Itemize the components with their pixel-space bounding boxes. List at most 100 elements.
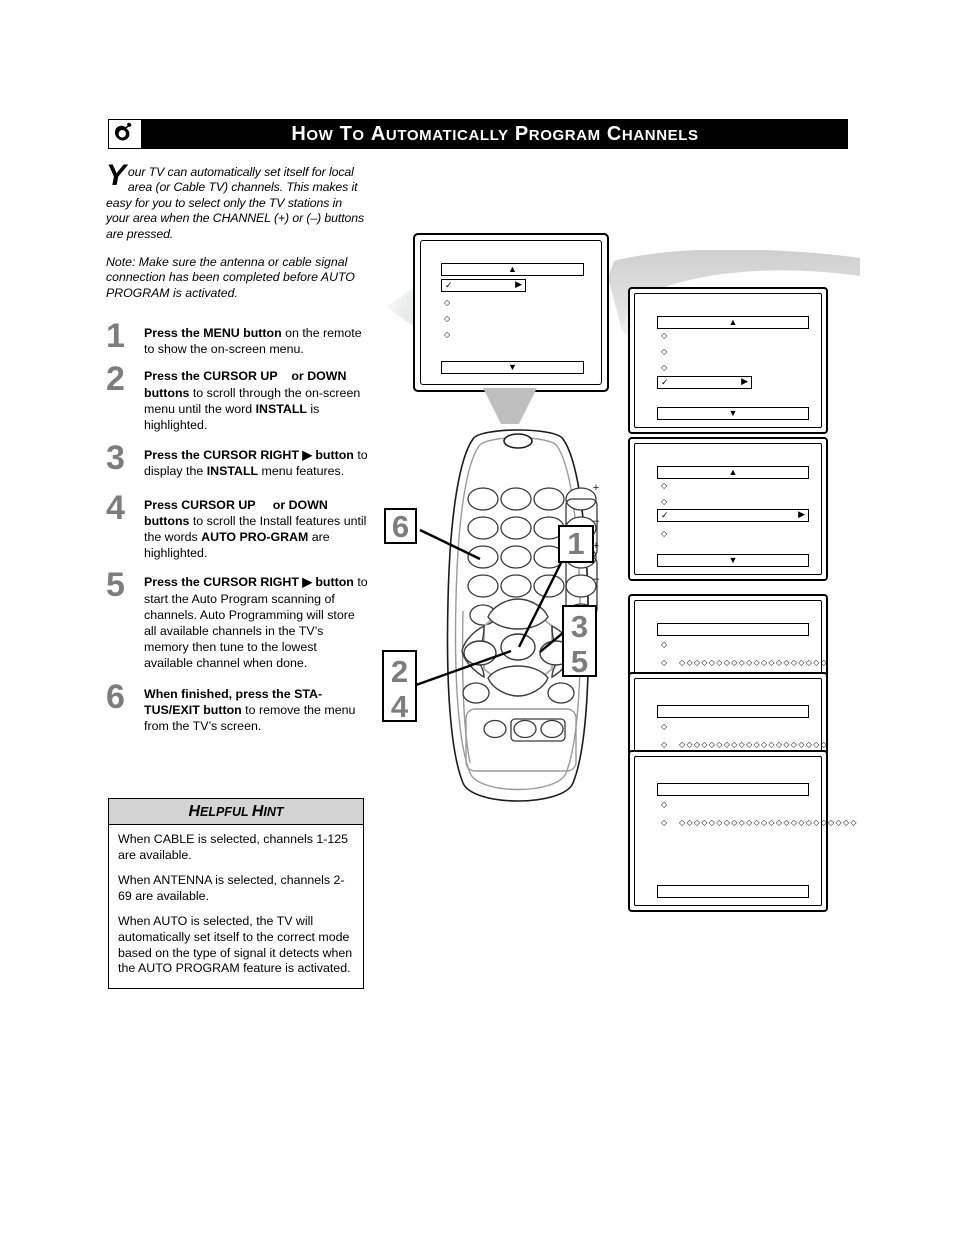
step-text-plain: to start the Auto Program scanning of ch… (144, 575, 368, 671)
up-arrow-icon: ▲ (508, 264, 517, 274)
osd-selected-row[interactable]: ✓ ▶ (441, 279, 526, 292)
step-text: Press the CURSOR RIGHT ▶ button to displ… (144, 447, 368, 479)
progress-diamonds: ◇◇◇◇◇◇◇◇◇◇◇◇◇◇◇◇◇◇◇◇◇◇◇◇ (679, 818, 858, 827)
manual-page: HOW TO AUTOMATICALLY PROGRAM CHANNELS Yo… (0, 0, 954, 1235)
intro-paragraph: Your TV can automatically set itself for… (106, 161, 368, 242)
up-arrow-icon: ▲ (728, 467, 738, 477)
panel-inner: ▲ ◇ ◇ ◇ ✓ ▶ ▼ (634, 293, 822, 428)
step-item: 1 Press the MENU button on the remote to… (106, 319, 368, 357)
helpful-hint-box: HELPFUL HINT When CABLE is selected, cha… (108, 798, 364, 989)
panel-install-menu: ▲ ◇ ◇ ◇ ✓ ▶ ▼ (628, 287, 828, 434)
progress-diamonds: ◇◇◇◇◇◇◇◇◇◇◇◇◇◇◇◇◇◇◇◇◇◇◇◇ (679, 740, 828, 749)
callout-3-label: 3 (570, 609, 589, 644)
diamond-bullet-icon: ◇ (661, 740, 668, 749)
step-text: When finished, press the STA-TUS/EXIT bu… (144, 686, 368, 735)
right-arrow-icon: ▶ (798, 509, 805, 519)
step-number: 5 (106, 566, 125, 605)
step-text: Press the MENU button on the remote to s… (144, 325, 368, 357)
step-item: 4 Press CURSOR UP or DOWN buttons to scr… (106, 491, 368, 562)
intro-text: our TV can automatically set itself for … (106, 165, 365, 241)
diamond-bullet-icon: ◇ (661, 363, 668, 372)
panel-inner: ▲ ◇ ◇ ✓ ▶ ◇ ▼ (634, 443, 822, 575)
step-text-bold: Press the CURSOR UP (144, 369, 278, 384)
steps-list: 1 Press the MENU button on the remote to… (106, 319, 368, 745)
osd-bottom-bar (657, 885, 809, 898)
step-item: 5 Press the CURSOR RIGHT ▶ button to sta… (106, 568, 368, 671)
right-arrow-icon: ▶ (741, 376, 748, 386)
osd-scroll-up-bar[interactable]: ▲ (657, 316, 809, 329)
svg-text:–: – (593, 573, 600, 585)
callout-6: 6 (384, 508, 417, 544)
step-text-bold: INSTALL (206, 464, 259, 479)
diamond-bullet-icon: ◇ (661, 497, 668, 506)
osd-title-bar (657, 783, 809, 796)
down-arrow-icon: ▼ (728, 555, 738, 565)
step-number: 4 (106, 488, 125, 527)
panel-scanning-1: ◇ ◇ ◇◇◇◇◇◇◇◇◇◇◇◇◇◇◇◇◇◇◇◇◇◇◇◇ (628, 594, 828, 678)
philips-shield-icon (108, 119, 142, 149)
hint-title-h: H (188, 802, 200, 820)
check-icon: ✓ (661, 510, 669, 520)
hint-paragraph: When AUTO is selected, the TV will autom… (118, 914, 353, 976)
diamond-bullet-icon: ◇ (661, 818, 668, 827)
check-icon: ✓ (661, 377, 669, 387)
step-text-plain: menu features. (258, 464, 345, 479)
panel-scanning-3: ◇ ◇ ◇◇◇◇◇◇◇◇◇◇◇◇◇◇◇◇◇◇◇◇◇◇◇◇ (628, 750, 857, 912)
panel-auto-program-highlighted: ▲ ◇ ◇ ✓ ▶ ◇ ▼ (628, 437, 828, 581)
diamond-bullet-icon: ◇ (661, 722, 668, 731)
callout-6-label: 6 (391, 509, 410, 544)
diamond-bullet-icon: ◇ (444, 298, 451, 307)
panel-inner: ◇ ◇ ◇◇◇◇◇◇◇◇◇◇◇◇◇◇◇◇◇◇◇◇◇◇◇◇ (634, 600, 826, 676)
osd-scroll-down-bar[interactable]: ▼ (657, 554, 809, 567)
diamond-bullet-icon: ◇ (661, 658, 668, 667)
check-icon: ✓ (445, 280, 453, 290)
step-number: 1 (106, 317, 125, 355)
step-text-bold: button (311, 575, 354, 590)
callout-1: 1 (558, 525, 594, 563)
osd-selected-row[interactable]: ✓ ▶ (657, 376, 752, 389)
diamond-bullet-icon: ◇ (661, 481, 668, 490)
diamond-bullet-icon: ◇ (444, 314, 451, 323)
osd-selected-row[interactable]: ✓ ▶ (657, 509, 809, 522)
page-title-text: HOW TO AUTOMATICALLY PROGRAM CHANNELS (291, 122, 699, 145)
osd-scanning: ◇ ◇ ◇◇◇◇◇◇◇◇◇◇◇◇◇◇◇◇◇◇◇◇◇◇◇◇ (635, 679, 826, 754)
step-text: Press CURSOR UP or DOWN buttons to scrol… (144, 497, 368, 562)
diamond-bullet-icon: ◇ (661, 640, 668, 649)
panel-inner: ◇ ◇ ◇◇◇◇◇◇◇◇◇◇◇◇◇◇◇◇◇◇◇◇◇◇◇◇ (634, 678, 826, 754)
callout-3-5: 3 5 (562, 605, 597, 679)
page-title: HOW TO AUTOMATICALLY PROGRAM CHANNELS (150, 119, 840, 149)
hint-paragraph: When ANTENNA is selected, channels 2-69 … (118, 873, 345, 903)
diamond-bullet-icon: ◇ (661, 800, 668, 809)
step-number: 3 (106, 439, 125, 478)
intro-column: Your TV can automatically set itself for… (106, 161, 368, 301)
osd-scroll-up-bar[interactable]: ▲ (657, 466, 809, 479)
hint-title-elpful: ELPFUL (200, 804, 252, 819)
helpful-hint-body: When CABLE is selected, channels 1-125 a… (109, 825, 363, 988)
step-text-bold: AUTO PRO-GRAM (201, 530, 309, 545)
step-text-bold: INSTALL (255, 401, 307, 416)
ir-signal-cone (483, 388, 537, 424)
illustration-area: ▲ ✓ ▶ ◇ ◇ ◇ ▼ + – + – ▲ ◇ ◇ ◇ ✓ ▶ ▼ ▲ ◇ … (380, 225, 940, 925)
hint-title-h2: H (251, 802, 264, 820)
callout-2-label: 2 (390, 654, 409, 689)
progress-diamonds: ◇◇◇◇◇◇◇◇◇◇◇◇◇◇◇◇◇◇◇◇◇◇◇◇ (679, 658, 828, 667)
osd-scroll-down-bar[interactable]: ▼ (657, 407, 809, 420)
osd-scroll-down-bar[interactable]: ▼ (441, 361, 584, 374)
diamond-bullet-icon: ◇ (661, 331, 668, 340)
step-text-bold: Press the MENU button (144, 326, 282, 340)
right-arrow-icon: ▶ (515, 279, 522, 289)
step-text-bold: Press the CURSOR RIGHT ▶ (144, 575, 312, 590)
step-text-bold: Press CURSOR UP (144, 497, 256, 512)
down-arrow-icon: ▼ (508, 362, 517, 372)
tv-with-on-screen-menu: ▲ ✓ ▶ ◇ ◇ ◇ ▼ (413, 233, 609, 392)
panel-scanning-2: ◇ ◇ ◇◇◇◇◇◇◇◇◇◇◇◇◇◇◇◇◇◇◇◇◇◇◇◇ (628, 672, 828, 756)
diamond-bullet-icon: ◇ (444, 330, 451, 339)
step-number: 6 (106, 677, 125, 716)
callout-5-label: 5 (570, 644, 589, 679)
diamond-bullet-icon: ◇ (661, 347, 668, 356)
step-text-bold: Press the CURSOR RIGHT ▶ (144, 448, 312, 463)
osd-scroll-up-bar[interactable]: ▲ (441, 263, 584, 276)
osd-title-bar (657, 705, 809, 718)
svg-text:+: + (593, 482, 599, 494)
callout-4-label: 4 (390, 689, 409, 724)
